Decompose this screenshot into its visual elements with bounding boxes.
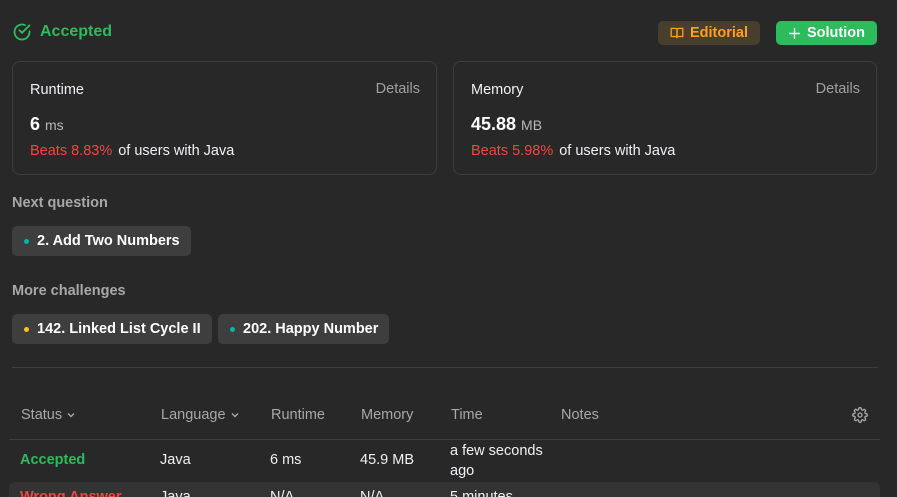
check-circle-icon xyxy=(13,23,31,41)
memory-header-label: Memory xyxy=(361,407,414,423)
row-status[interactable]: Accepted xyxy=(20,452,85,468)
status-header-label: Status xyxy=(21,407,63,423)
memory-beats: Beats 5.98% of users with Java xyxy=(471,143,675,159)
row-time-line1: 5 minutes xyxy=(450,489,513,497)
plus-icon xyxy=(788,27,801,39)
row-time-line2: ago xyxy=(450,463,475,479)
challenge-label: 142. Linked List Cycle II xyxy=(37,321,201,337)
challenge-label: 202. Happy Number xyxy=(243,321,379,337)
submission-status: Accepted xyxy=(12,22,112,42)
runtime-header-label: Runtime xyxy=(271,407,325,423)
editorial-button-label: Editorial xyxy=(689,25,748,41)
memory-card[interactable]: Memory Details 45.88 MB Beats 5.98% of us… xyxy=(453,61,877,175)
row-runtime: 6 ms xyxy=(270,452,302,468)
row-memory: 45.9 MB xyxy=(360,452,414,468)
solution-button-label: Solution xyxy=(807,25,865,41)
status-title: Accepted xyxy=(40,23,113,40)
runtime-details-link[interactable]: Details xyxy=(376,81,420,97)
memory-details-link[interactable]: Details xyxy=(816,81,860,97)
notes-header-label: Notes xyxy=(561,407,599,423)
runtime-label: Runtime xyxy=(30,82,84,98)
difficulty-dot xyxy=(230,326,235,332)
book-icon xyxy=(670,27,684,39)
table-row[interactable] xyxy=(9,482,880,497)
solution-button[interactable]: Solution xyxy=(776,21,877,45)
difficulty-dot xyxy=(24,238,29,244)
row-language: Java xyxy=(160,452,191,468)
gear-icon[interactable] xyxy=(852,407,868,423)
difficulty-dot xyxy=(24,326,29,332)
row-status[interactable]: Wrong Answer xyxy=(20,489,122,497)
next-question-title: Next question xyxy=(12,195,108,211)
runtime-beats-suffix: of users with Java xyxy=(118,143,235,159)
runtime-beats: Beats 8.83% of users with Java xyxy=(30,143,234,159)
language-column-header[interactable]: Language xyxy=(161,407,240,423)
time-header-label: Time xyxy=(451,407,483,423)
memory-beats-percent: Beats 5.98% xyxy=(471,143,554,159)
memory-unit: MB xyxy=(521,117,543,133)
runtime-number: 6 xyxy=(30,114,41,134)
challenge-chip-happy-number[interactable]: 202. Happy Number xyxy=(218,314,390,344)
runtime-column-header: Runtime xyxy=(271,407,325,423)
runtime-value: 6 ms xyxy=(30,114,64,135)
memory-label: Memory xyxy=(471,82,524,98)
next-question-chip[interactable]: 2. Add Two Numbers xyxy=(12,226,191,256)
row-runtime: N/A xyxy=(270,489,295,497)
submission-result-page: Accepted Editorial Solution Runtime Deta… xyxy=(0,0,897,497)
row-time-line1: a few seconds xyxy=(450,443,543,459)
status-column-header[interactable]: Status xyxy=(21,407,76,423)
chevron-down-icon xyxy=(67,413,75,418)
time-column-header: Time xyxy=(451,407,483,423)
memory-column-header: Memory xyxy=(361,407,413,423)
chevron-down-icon xyxy=(231,413,239,418)
row-language: Java xyxy=(160,489,191,497)
runtime-card[interactable]: Runtime Details 6 ms Beats 8.83% of users… xyxy=(12,61,437,175)
memory-number: 45.88 xyxy=(471,114,517,134)
next-question-label: 2. Add Two Numbers xyxy=(37,233,180,249)
language-header-label: Language xyxy=(161,407,226,423)
memory-value: 45.88 MB xyxy=(471,114,542,135)
editorial-button[interactable]: Editorial xyxy=(658,21,760,45)
runtime-beats-percent: Beats 8.83% xyxy=(30,143,113,159)
table-header-divider xyxy=(9,439,880,440)
section-divider xyxy=(12,367,878,368)
runtime-unit: ms xyxy=(45,117,64,133)
challenge-chip-linked-list-cycle[interactable]: 142. Linked List Cycle II xyxy=(12,314,212,344)
memory-beats-suffix: of users with Java xyxy=(559,143,676,159)
row-memory: N/A xyxy=(360,489,385,497)
notes-column-header: Notes xyxy=(561,407,599,423)
more-challenges-title: More challenges xyxy=(12,283,126,299)
